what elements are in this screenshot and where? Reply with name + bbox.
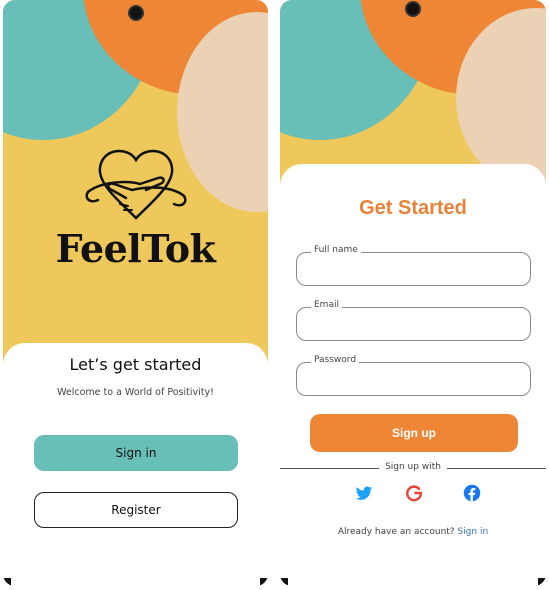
full-name-field[interactable]: Full name xyxy=(296,245,531,286)
google-icon[interactable] xyxy=(405,484,423,502)
front-camera xyxy=(407,3,419,15)
page-subtitle: Welcome to a World of Positivity! xyxy=(57,387,214,398)
footer-text: Already have an account? xyxy=(337,527,455,537)
password-field[interactable]: Password xyxy=(296,355,531,396)
email-field[interactable]: Email xyxy=(296,300,531,341)
sign-up-button[interactable]: Sign up xyxy=(310,414,518,452)
corner-marker xyxy=(280,578,288,586)
field-label: Password xyxy=(311,355,360,365)
field-label: Email xyxy=(311,300,342,310)
sign-in-link[interactable]: Sign in xyxy=(457,527,488,537)
corner-marker xyxy=(538,578,546,586)
field-label: Full name xyxy=(311,245,361,255)
divider-label: Sign up with xyxy=(280,462,546,472)
welcome-sheet: Let’s get started Welcome to a World of … xyxy=(3,343,268,586)
brand-logo-text: FeelTok xyxy=(55,226,216,271)
welcome-screen: FeelTok Let’s get started Welcome to a W… xyxy=(3,0,268,586)
twitter-icon[interactable] xyxy=(355,484,373,502)
page-title: Get Started xyxy=(359,197,467,219)
signin-prompt: Already have an account? Sign in xyxy=(280,527,546,537)
heart-hug-icon xyxy=(85,149,187,220)
facebook-icon[interactable] xyxy=(463,484,481,502)
signup-screen: Get Started Full name Email Password Sig… xyxy=(280,0,546,586)
front-camera xyxy=(130,7,142,19)
corner-marker xyxy=(260,578,268,586)
page-title: Let’s get started xyxy=(69,355,202,374)
register-button[interactable]: Register xyxy=(34,492,238,528)
sign-in-button[interactable]: Sign in xyxy=(34,435,238,471)
corner-marker xyxy=(3,578,11,586)
signup-sheet: Get Started Full name Email Password Sig… xyxy=(280,164,546,586)
